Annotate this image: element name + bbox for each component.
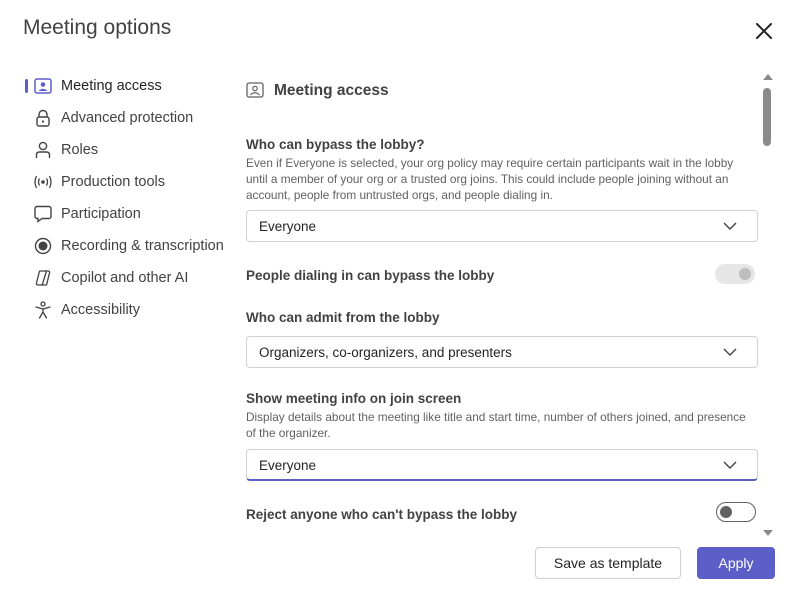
- scrollbar[interactable]: [762, 72, 774, 538]
- meeting-info-title: Show meeting info on join screen: [246, 391, 462, 406]
- dialin-bypass-toggle[interactable]: [715, 264, 755, 284]
- meeting-access-icon: [246, 82, 264, 100]
- scroll-up-arrow-icon[interactable]: [763, 74, 773, 80]
- nav-item-copilot-ai[interactable]: Copilot and other AI: [24, 262, 234, 294]
- toggle-knob: [720, 506, 732, 518]
- nav-item-production-tools[interactable]: Production tools: [24, 166, 234, 198]
- chevron-down-icon: [723, 222, 737, 230]
- admit-lobby-dropdown[interactable]: Organizers, co-organizers, and presenter…: [246, 336, 758, 368]
- nav-item-recording-transcription[interactable]: Recording & transcription: [24, 230, 234, 262]
- nav-item-label: Copilot and other AI: [61, 270, 189, 286]
- record-icon: [33, 236, 53, 256]
- meeting-info-dropdown[interactable]: Everyone: [246, 449, 758, 481]
- dialin-bypass-title: People dialing in can bypass the lobby: [246, 268, 495, 283]
- nav-item-label: Participation: [61, 206, 141, 222]
- nav-item-participation[interactable]: Participation: [24, 198, 234, 230]
- nav-item-label: Meeting access: [61, 78, 162, 94]
- scroll-thumb[interactable]: [763, 88, 771, 146]
- lock-icon: [33, 108, 53, 128]
- section-title: Meeting access: [274, 82, 389, 99]
- reject-lobby-toggle[interactable]: [716, 502, 756, 522]
- copilot-icon: [33, 268, 53, 288]
- nav-item-roles[interactable]: Roles: [24, 134, 234, 166]
- chevron-down-icon: [723, 461, 737, 469]
- nav-item-advanced-protection[interactable]: Advanced protection: [24, 102, 234, 134]
- accessibility-icon: [33, 300, 53, 320]
- apply-button[interactable]: Apply: [697, 547, 775, 579]
- broadcast-icon: [33, 172, 53, 192]
- options-panel: Meeting access Who can bypass the lobby?…: [246, 70, 761, 536]
- close-button[interactable]: [752, 19, 776, 43]
- admit-lobby-title: Who can admit from the lobby: [246, 310, 440, 325]
- meeting-access-icon: [33, 76, 53, 96]
- dropdown-value: Everyone: [259, 219, 317, 234]
- close-icon: [756, 23, 772, 39]
- chat-icon: [33, 204, 53, 224]
- nav-item-label: Recording & transcription: [61, 238, 224, 254]
- nav-item-label: Roles: [61, 142, 99, 158]
- bypass-lobby-description: Even if Everyone is selected, your org p…: [246, 156, 734, 202]
- bypass-lobby-dropdown[interactable]: Everyone: [246, 210, 758, 242]
- nav-item-label: Production tools: [61, 174, 165, 190]
- dropdown-value: Everyone: [259, 458, 317, 473]
- reject-lobby-title: Reject anyone who can't bypass the lobby: [246, 507, 518, 522]
- bypass-lobby-title: Who can bypass the lobby?: [246, 137, 425, 152]
- sidebar-nav: Meeting access Advanced protection Roles…: [24, 70, 234, 326]
- nav-item-label: Accessibility: [61, 302, 140, 318]
- save-as-template-button[interactable]: Save as template: [535, 547, 681, 579]
- meeting-info-description: Display details about the meeting like t…: [246, 410, 746, 440]
- dropdown-value: Organizers, co-organizers, and presenter…: [259, 345, 512, 360]
- toggle-knob: [739, 268, 751, 280]
- active-indicator: [25, 79, 28, 93]
- nav-item-accessibility[interactable]: Accessibility: [24, 294, 234, 326]
- nav-item-label: Advanced protection: [61, 110, 194, 126]
- section-header: Meeting access: [246, 82, 389, 100]
- dialog-title: Meeting options: [23, 16, 172, 39]
- scroll-down-arrow-icon[interactable]: [763, 530, 773, 536]
- nav-item-meeting-access[interactable]: Meeting access: [24, 70, 234, 102]
- person-icon: [33, 140, 53, 160]
- chevron-down-icon: [723, 348, 737, 356]
